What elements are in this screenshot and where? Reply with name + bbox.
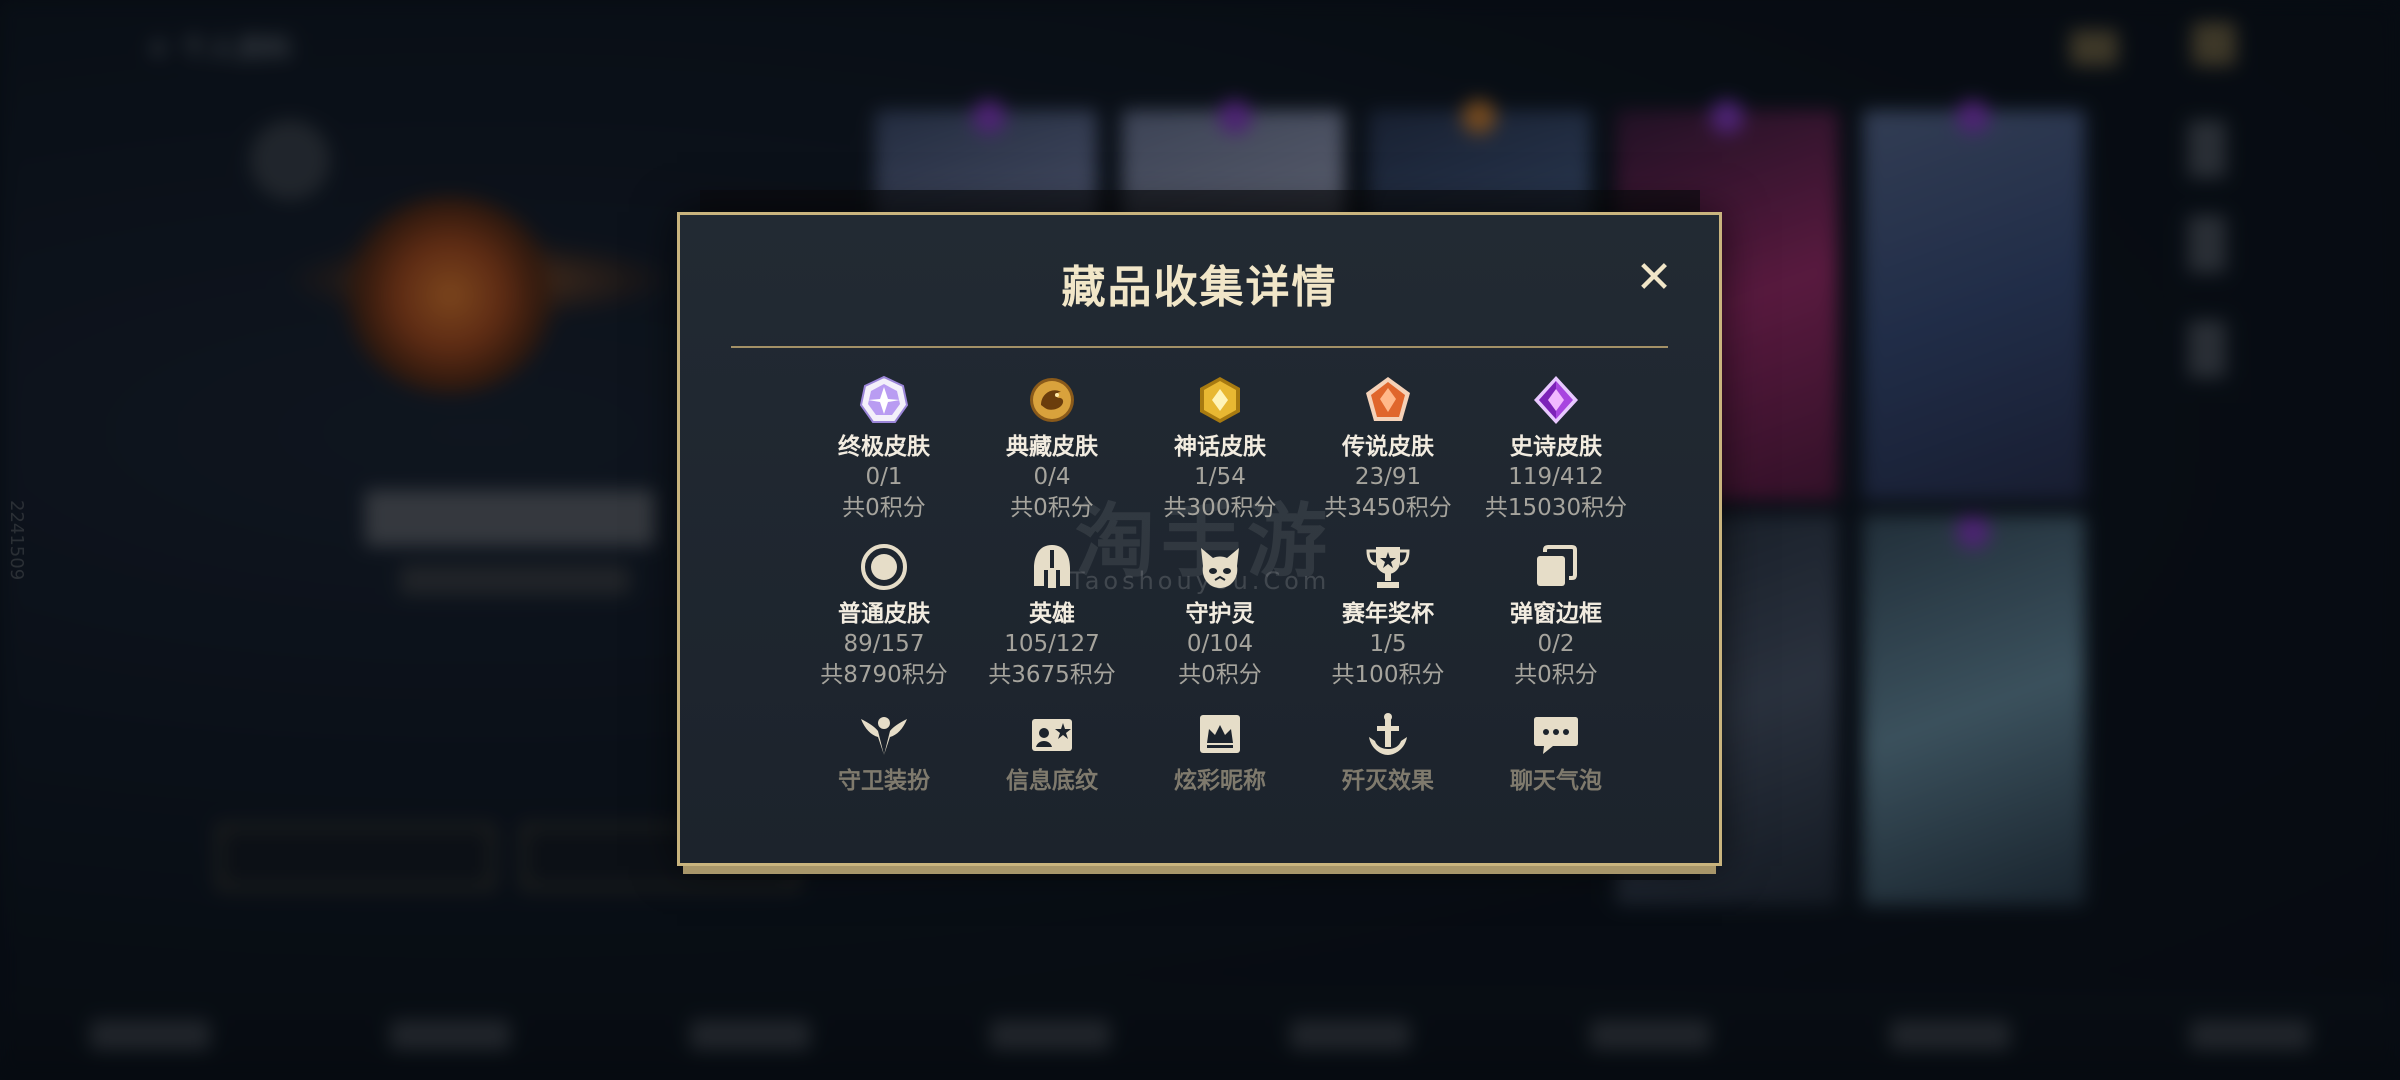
trophy-icon — [1363, 542, 1413, 592]
collection-item-count: 0/1 — [865, 464, 903, 490]
info-background-icon — [1027, 709, 1077, 759]
collection-item-label: 炫彩昵称 — [1174, 768, 1266, 794]
collection-item-points: 共3450积分 — [1324, 495, 1452, 521]
collection-item[interactable]: 英雄 105/127 共3675积分 — [968, 542, 1136, 699]
collection-item-count: 0/2 — [1537, 631, 1575, 657]
collection-item-label: 聊天气泡 — [1510, 768, 1602, 794]
collection-item[interactable]: 传说皮肤 23/91 共3450积分 — [1304, 375, 1472, 532]
mythic-skin-icon — [1195, 375, 1245, 425]
collection-item[interactable]: 守卫装扮 — [800, 709, 968, 866]
collection-item-label: 守卫装扮 — [838, 768, 930, 794]
collection-item-count: 119/412 — [1508, 464, 1604, 490]
ultimate-skin-icon — [859, 375, 909, 425]
title-divider — [731, 346, 1668, 348]
colorful-nickname-icon — [1195, 709, 1245, 759]
collection-item[interactable]: 信息底纹 — [968, 709, 1136, 866]
collection-item-points: 共0积分 — [1178, 662, 1262, 688]
collection-item-label: 神话皮肤 — [1174, 434, 1266, 460]
collection-item-label: 歼灭效果 — [1342, 768, 1434, 794]
annihilation-effect-icon — [1363, 709, 1413, 759]
collection-item[interactable]: 守护灵 0/104 共0积分 — [1136, 542, 1304, 699]
collection-item-label: 英雄 — [1029, 601, 1075, 627]
collection-item-points: 共15030积分 — [1484, 495, 1628, 521]
collection-item[interactable]: 弹窗边框 0/2 共0积分 — [1472, 542, 1640, 699]
epic-skin-icon — [1531, 375, 1581, 425]
collection-item-label: 守护灵 — [1185, 601, 1255, 627]
collection-item-count: 1/5 — [1369, 631, 1407, 657]
chat-bubble-icon — [1531, 709, 1581, 759]
collection-item-points: 共3675积分 — [988, 662, 1116, 688]
collection-item-points: 共0积分 — [842, 495, 926, 521]
collection-item-label: 弹窗边框 — [1510, 601, 1602, 627]
popup-frame-icon — [1531, 542, 1581, 592]
close-button[interactable]: ✕ — [1631, 255, 1677, 301]
guard-outfit-icon — [859, 709, 909, 759]
collection-grid: 终极皮肤 0/1 共0积分 典藏皮肤 0/4 共0积分 神话皮肤 1/54 共300积分 传说皮肤… — [800, 375, 1640, 866]
collection-item-label: 信息底纹 — [1006, 768, 1098, 794]
collection-item-count: 0/4 — [1033, 464, 1071, 490]
normal-skin-icon — [859, 542, 909, 592]
collection-item-count: 1/54 — [1194, 464, 1246, 490]
collection-item-count: 0/104 — [1186, 631, 1254, 657]
collection-item[interactable]: 普通皮肤 89/157 共8790积分 — [800, 542, 968, 699]
screen: ‹ 个人资料 2241509 藏品收集详情 ✕ 淘手游 Taoshouyou.C… — [0, 0, 2400, 1080]
legend-skin-icon — [1363, 375, 1413, 425]
collection-item-count: 105/127 — [1004, 631, 1100, 657]
collector-skin-icon — [1027, 375, 1077, 425]
collection-item-points: 共0积分 — [1010, 495, 1094, 521]
collection-item-label: 典藏皮肤 — [1006, 434, 1098, 460]
guardian-spirit-icon — [1195, 542, 1245, 592]
collection-item-label: 传说皮肤 — [1342, 434, 1434, 460]
collection-item-points: 共300积分 — [1163, 495, 1277, 521]
collection-item[interactable]: 赛年奖杯 1/5 共100积分 — [1304, 542, 1472, 699]
hero-helmet-icon — [1027, 542, 1077, 592]
collection-item-label: 终极皮肤 — [838, 434, 930, 460]
collection-item[interactable]: 终极皮肤 0/1 共0积分 — [800, 375, 968, 532]
collection-item-points: 共8790积分 — [820, 662, 948, 688]
collection-item[interactable]: 歼灭效果 — [1304, 709, 1472, 866]
collection-item-label: 史诗皮肤 — [1510, 434, 1602, 460]
collection-details-dialog: 藏品收集详情 ✕ 淘手游 Taoshouyou.Com 终极皮肤 0/1 共0积分典… — [677, 212, 1722, 866]
collection-item-count: 89/157 — [843, 631, 925, 657]
collection-item-label: 普通皮肤 — [838, 601, 930, 627]
collection-item-points: 共0积分 — [1514, 662, 1598, 688]
collection-item-points: 共100积分 — [1331, 662, 1445, 688]
collection-item[interactable]: 典藏皮肤 0/4 共0积分 — [968, 375, 1136, 532]
collection-item-count: 23/91 — [1354, 464, 1422, 490]
collection-item[interactable]: 聊天气泡 — [1472, 709, 1640, 866]
collection-item[interactable]: 神话皮肤 1/54 共300积分 — [1136, 375, 1304, 532]
collection-item[interactable]: 炫彩昵称 — [1136, 709, 1304, 866]
dialog-title: 藏品收集详情 — [1061, 262, 1338, 313]
collection-item-label: 赛年奖杯 — [1342, 601, 1434, 627]
collection-item[interactable]: 史诗皮肤 119/412 共15030积分 — [1472, 375, 1640, 532]
